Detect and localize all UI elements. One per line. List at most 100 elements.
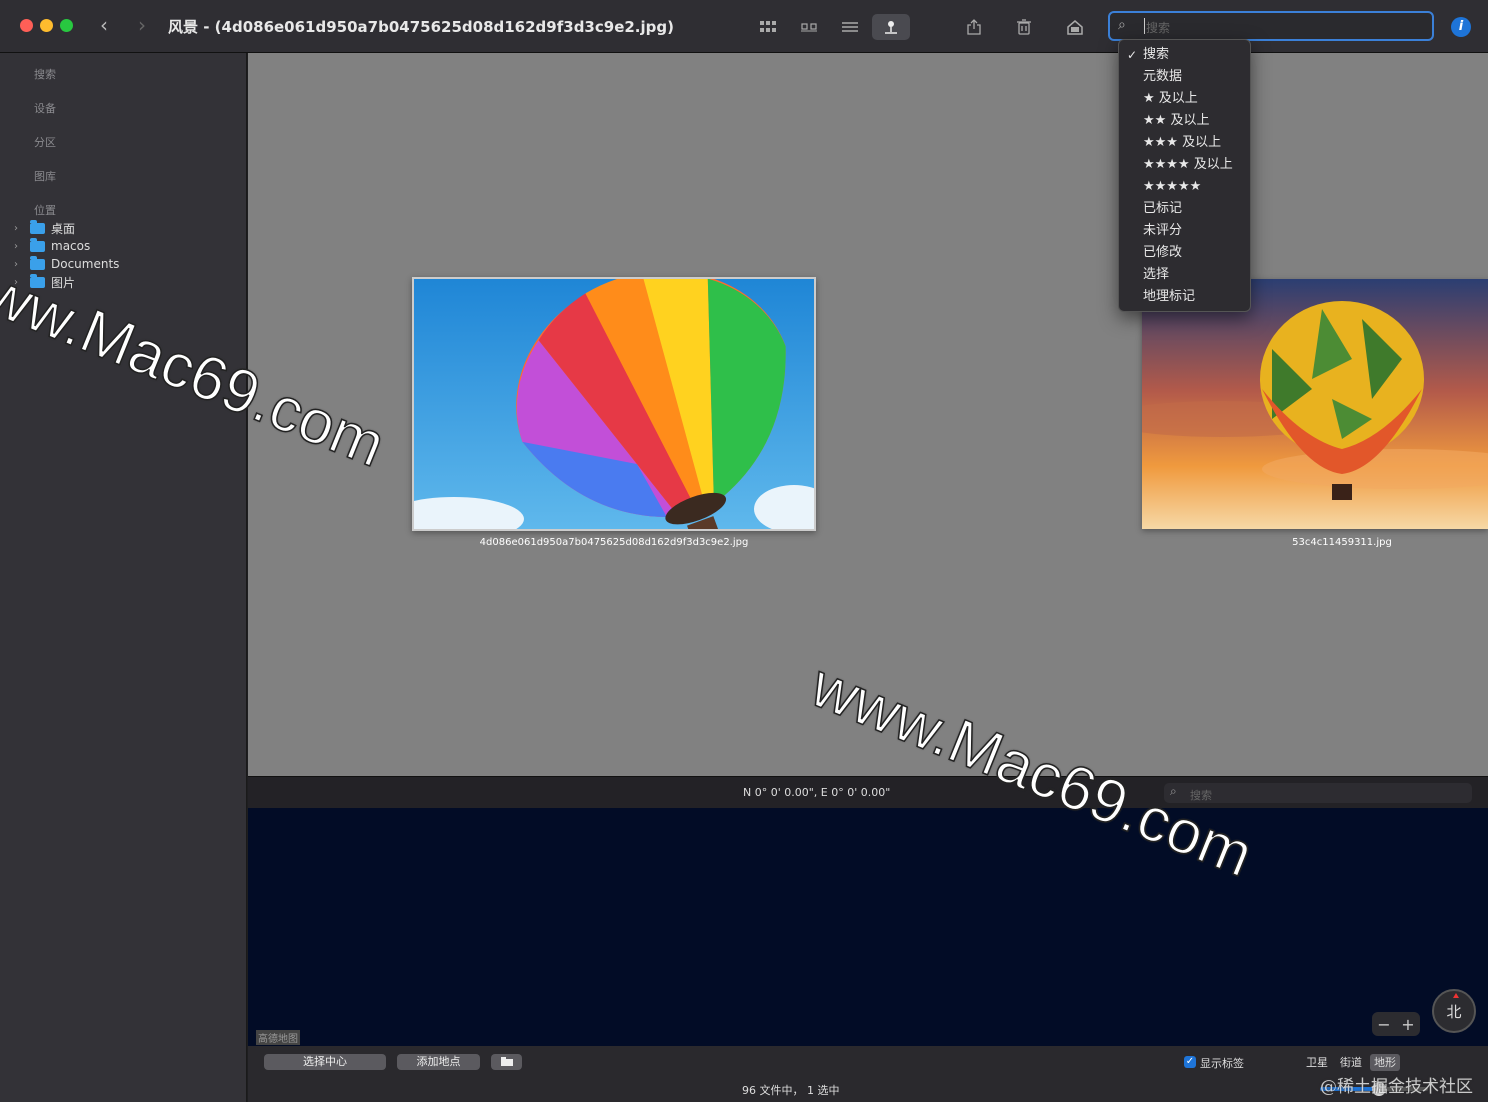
- search-icon[interactable]: ⌕: [1118, 17, 1126, 33]
- menu-item-label: 地理标记: [1143, 289, 1196, 304]
- map-type-street[interactable]: 街道: [1336, 1054, 1366, 1071]
- map-zoom-control: − +: [1372, 1012, 1420, 1036]
- menu-item-selected[interactable]: 选择: [1119, 264, 1250, 286]
- map-pin-icon: [885, 21, 897, 34]
- slider-knob[interactable]: [1372, 1082, 1387, 1096]
- map-search-placeholder: 搜索: [1190, 789, 1212, 802]
- back-button[interactable]: ‹: [100, 13, 108, 37]
- menu-item-label: 已标记: [1143, 201, 1183, 216]
- rotate-button[interactable]: [1060, 14, 1090, 40]
- share-button[interactable]: [959, 14, 989, 40]
- sidebar-item-desktop[interactable]: › 桌面: [14, 219, 75, 237]
- menu-item-label: 未评分: [1143, 223, 1183, 238]
- thumbnail-filename: 53c4c11459311.jpg: [1292, 537, 1392, 548]
- image-browser: 4d086e061d950a7b0475625d08d162d9f3d3c9e2…: [248, 53, 1488, 776]
- compass-label: 北: [1446, 1002, 1462, 1021]
- menu-item-modified[interactable]: 已修改: [1119, 242, 1250, 264]
- map-view[interactable]: [248, 808, 1488, 1046]
- menu-item-3-stars[interactable]: ★★★ 及以上: [1119, 132, 1250, 154]
- grid-view-button[interactable]: [753, 14, 783, 40]
- menu-item-1-star[interactable]: ★ 及以上: [1119, 88, 1250, 110]
- checkmark-icon: ✓: [1127, 48, 1138, 62]
- forward-button[interactable]: ›: [138, 13, 146, 37]
- sidebar-item-macos[interactable]: › macos: [14, 237, 90, 255]
- show-labels-checkbox[interactable]: ✓: [1184, 1056, 1196, 1068]
- sidebar-item-label: macos: [51, 239, 91, 253]
- folder-icon: [30, 255, 45, 270]
- map-type-terrain[interactable]: 地形: [1370, 1054, 1400, 1071]
- thumbnail-size-slider[interactable]: [1320, 1082, 1428, 1096]
- share-icon: [967, 19, 981, 35]
- menu-item-label: 元数据: [1143, 69, 1183, 84]
- filmstrip-view-icon: [801, 23, 817, 32]
- rainbow-balloon-photo: [414, 279, 814, 529]
- zoom-out-button[interactable]: −: [1377, 1015, 1390, 1034]
- show-labels-label: 显示标签: [1200, 1057, 1244, 1070]
- zoom-window-button[interactable]: [60, 19, 73, 32]
- menu-item-search[interactable]: ✓ 搜索: [1119, 44, 1250, 66]
- menu-item-5-stars[interactable]: ★★★★★: [1119, 176, 1250, 198]
- sidebar: 搜索 设备 分区 图库 位置 › 桌面 › macos › Documents …: [0, 53, 247, 1102]
- search-placeholder: 搜索: [1146, 21, 1171, 35]
- menu-item-metadata[interactable]: 元数据: [1119, 66, 1250, 88]
- map-search-input[interactable]: ⌕ 搜索: [1164, 783, 1472, 803]
- search-icon: ⌕: [1170, 784, 1177, 798]
- sidebar-section-partitions[interactable]: 分区: [34, 134, 56, 150]
- sidebar-item-documents[interactable]: › Documents: [14, 255, 119, 273]
- disclosure-chevron-icon[interactable]: ›: [14, 259, 30, 270]
- filmstrip-view-button[interactable]: [794, 14, 824, 40]
- bottom-bar: 选择中心 添加地点 ✓ 显示标签 卫星 街道 地形 96 文件中， 1 选中: [248, 1046, 1488, 1102]
- select-center-button[interactable]: 选择中心: [264, 1054, 386, 1070]
- sidebar-item-pictures[interactable]: › 图片: [14, 273, 75, 291]
- menu-item-label: ★★★★ 及以上: [1143, 157, 1233, 172]
- compass-button[interactable]: 北: [1432, 989, 1476, 1033]
- map-provider-link[interactable]: 高德地图: [256, 1030, 300, 1045]
- map-view-button[interactable]: [872, 14, 910, 40]
- disclosure-chevron-icon[interactable]: ›: [14, 241, 30, 252]
- menu-item-label: 搜索: [1143, 47, 1170, 62]
- trash-icon: [1017, 19, 1031, 35]
- minimize-window-button[interactable]: [40, 19, 53, 32]
- zoom-in-button[interactable]: +: [1401, 1015, 1414, 1034]
- rotate-icon: [1067, 20, 1083, 35]
- map-coordinates: N 0° 0' 0.00", E 0° 0' 0.00": [743, 786, 891, 799]
- sunset-balloon-photo: [1142, 279, 1488, 529]
- menu-item-label: 已修改: [1143, 245, 1183, 260]
- add-location-button[interactable]: 添加地点: [397, 1054, 480, 1070]
- sidebar-section-library[interactable]: 图库: [34, 168, 56, 184]
- menu-item-label: ★★★★★: [1143, 179, 1202, 194]
- map-coordinate-bar: N 0° 0' 0.00", E 0° 0' 0.00" ⌕ 搜索: [248, 776, 1488, 808]
- disclosure-chevron-icon[interactable]: ›: [14, 277, 30, 288]
- image-thumbnail[interactable]: [1142, 279, 1488, 529]
- close-window-button[interactable]: [20, 19, 33, 32]
- sidebar-section-search[interactable]: 搜索: [34, 66, 56, 82]
- sidebar-section-locations[interactable]: 位置: [34, 202, 56, 218]
- menu-item-2-stars[interactable]: ★★ 及以上: [1119, 110, 1250, 132]
- image-thumbnail[interactable]: [412, 277, 816, 531]
- map-type-satellite[interactable]: 卫星: [1302, 1054, 1332, 1071]
- search-field[interactable]: ⌕ 搜索: [1108, 11, 1434, 41]
- folder-icon: [30, 219, 45, 234]
- sidebar-item-label: 桌面: [51, 221, 76, 236]
- slider-fill: [1320, 1087, 1380, 1091]
- menu-item-unrated[interactable]: 未评分: [1119, 220, 1250, 242]
- info-button[interactable]: i: [1451, 17, 1471, 37]
- menu-item-label: ★★★ 及以上: [1143, 135, 1222, 150]
- menu-item-flagged[interactable]: 已标记: [1119, 198, 1250, 220]
- list-view-button[interactable]: [835, 14, 865, 40]
- menu-item-label: 选择: [1143, 267, 1170, 282]
- list-view-icon: [842, 22, 858, 32]
- window-title: 风景 - (4d086e061d950a7b0475625d08d162d9f3…: [168, 18, 674, 36]
- folder-icon: [30, 273, 45, 288]
- sidebar-section-devices[interactable]: 设备: [34, 100, 56, 116]
- sidebar-item-label: Documents: [51, 257, 120, 271]
- menu-item-label: ★★ 及以上: [1143, 113, 1210, 128]
- search-scope-menu: ✓ 搜索 元数据 ★ 及以上 ★★ 及以上 ★★★ 及以上 ★★★★ 及以上 ★★…: [1118, 39, 1251, 312]
- menu-item-geotagged[interactable]: 地理标记: [1119, 286, 1250, 308]
- disclosure-chevron-icon[interactable]: ›: [14, 223, 30, 234]
- menu-item-4-stars[interactable]: ★★★★ 及以上: [1119, 154, 1250, 176]
- thumbnail-filename: 4d086e061d950a7b0475625d08d162d9f3d3c9e2…: [479, 537, 749, 548]
- folder-icon: [30, 237, 45, 252]
- bookmark-location-button[interactable]: [491, 1054, 522, 1070]
- delete-button[interactable]: [1009, 14, 1039, 40]
